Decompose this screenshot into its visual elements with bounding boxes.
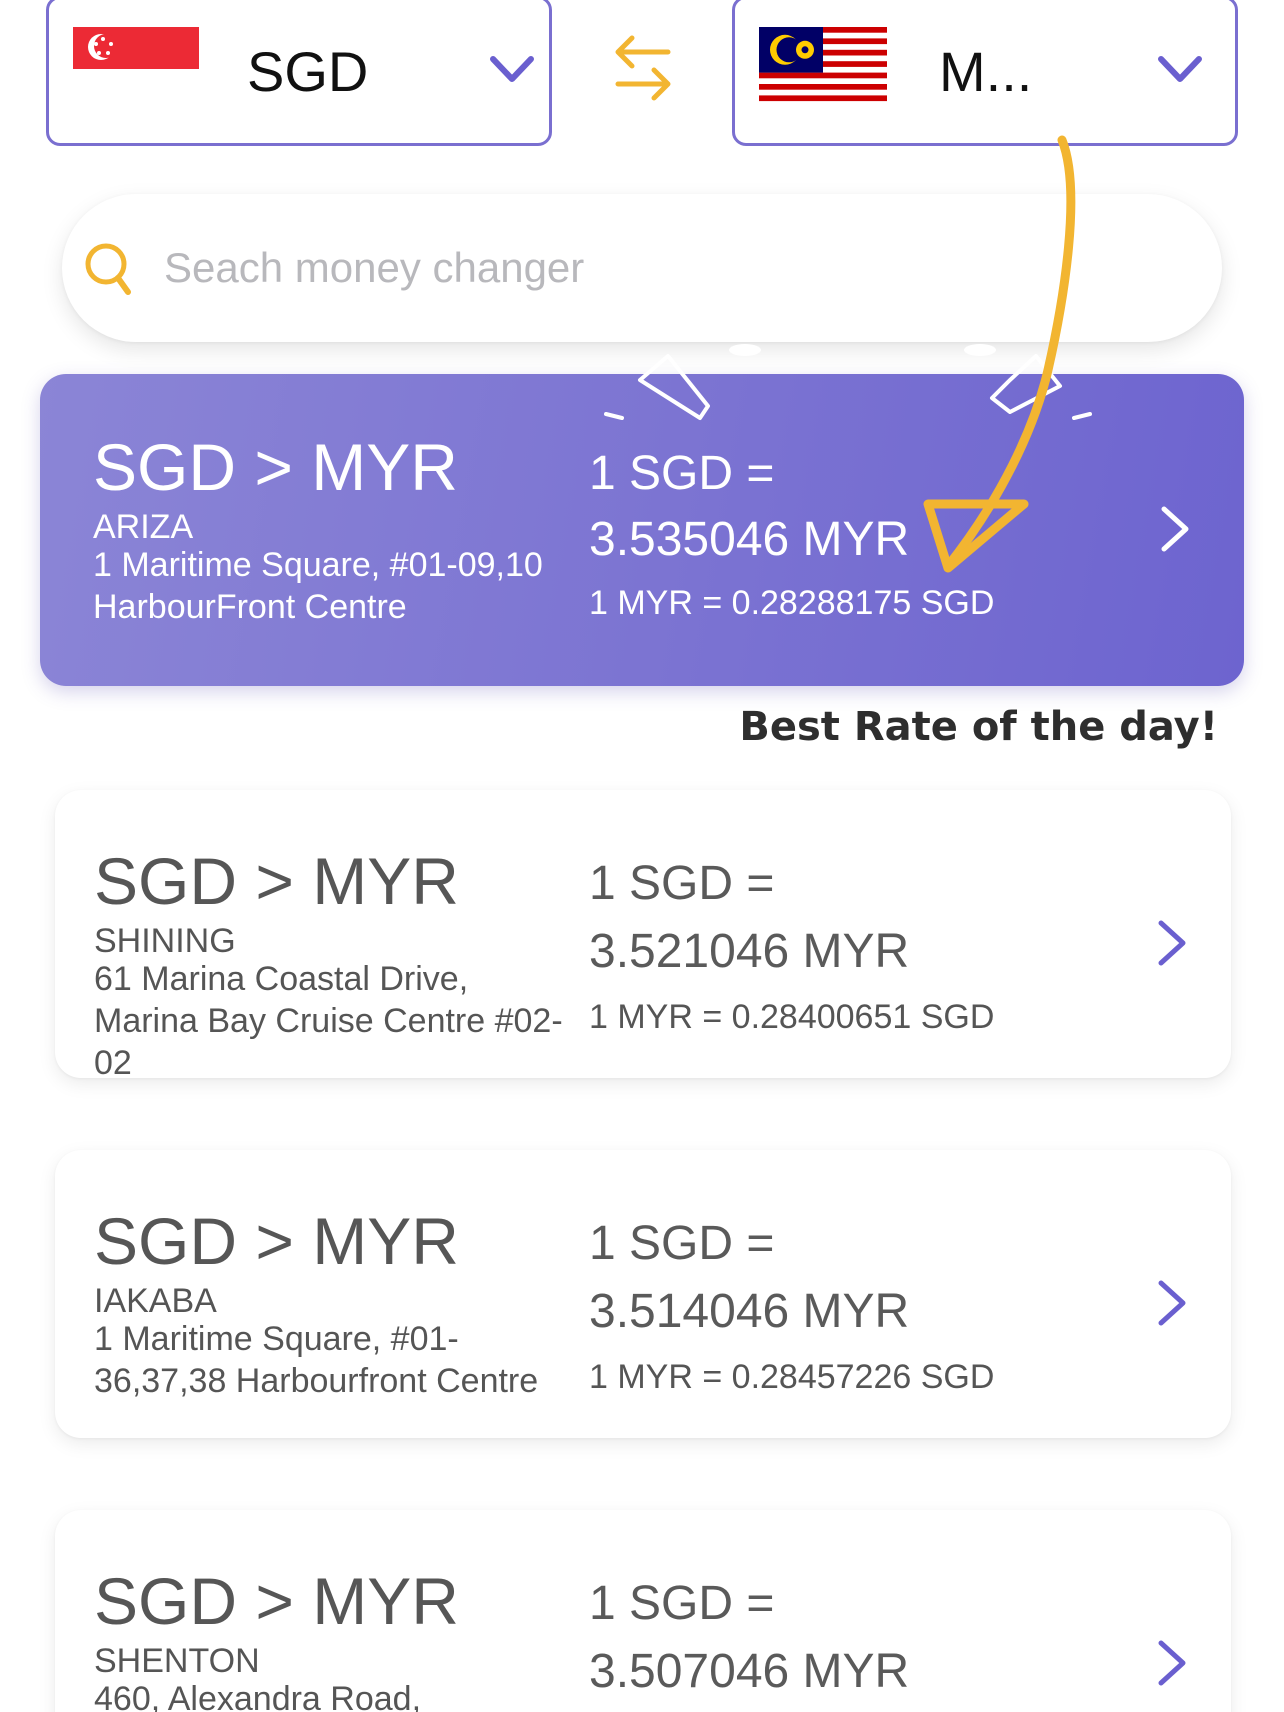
swap-arrows-icon[interactable] — [612, 32, 674, 111]
to-currency-selector[interactable]: M... — [732, 0, 1238, 146]
chevron-right-icon[interactable] — [1155, 1278, 1189, 1333]
currency-pair: SGD > MYR — [94, 1204, 459, 1278]
chevron-right-icon[interactable] — [1155, 1638, 1189, 1693]
currency-pair: SGD > MYR — [94, 844, 459, 918]
search-bar[interactable] — [62, 194, 1222, 342]
changer-address: 1 Maritime Square, #01-09,10 HarbourFron… — [93, 546, 543, 626]
changer-name: SHENTON — [94, 1642, 260, 1680]
changer-name: SHINING — [94, 922, 236, 960]
rate-value: 3.521046 MYR — [589, 925, 910, 978]
money-changer-card[interactable]: SGD > MYR SHENTON 460, Alexandra Road, 1… — [55, 1510, 1231, 1712]
inverse-rate: 1 MYR = 0.28400651 SGD — [589, 998, 995, 1036]
changer-name: ARIZA — [93, 508, 194, 546]
changer-address: 460, Alexandra Road, — [94, 1680, 422, 1712]
currency-pair: SGD > MYR — [93, 430, 458, 504]
inverse-rate: 1 MYR = 0.28457226 SGD — [589, 1358, 995, 1396]
search-input[interactable] — [164, 238, 1144, 298]
rate-label: 1 SGD = — [589, 857, 775, 910]
rate-value: 3.507046 MYR — [589, 1645, 910, 1698]
changer-name: IAKABA — [94, 1282, 217, 1320]
rate-value: 3.514046 MYR — [589, 1285, 910, 1338]
rate-value: 3.535046 MYR — [589, 513, 910, 566]
malaysia-flag-icon — [759, 27, 887, 112]
currency-pair: SGD > MYR — [94, 1564, 459, 1638]
singapore-flag-icon — [73, 27, 199, 74]
from-currency-selector[interactable]: SGD — [46, 0, 552, 146]
changer-address: 61 Marina Coastal Drive, Marina Bay Crui… — [94, 960, 563, 1082]
money-changer-card[interactable]: SGD > MYR SHINING 61 Marina Coastal Driv… — [55, 790, 1231, 1082]
rate-label: 1 SGD = — [589, 447, 775, 500]
best-rate-label: Best Rate of the day! — [739, 704, 1218, 750]
changer-address: 1 Maritime Square, #01-36,37,38 Harbourf… — [94, 1320, 539, 1400]
search-icon — [82, 238, 140, 307]
money-changer-card-best[interactable]: SGD > MYR ARIZA 1 Maritime Square, #01-0… — [40, 374, 1244, 686]
rate-label: 1 SGD = — [589, 1217, 775, 1270]
inverse-rate: 1 MYR = 0.28288175 SGD — [589, 584, 995, 622]
to-currency-code: M... — [939, 40, 1033, 103]
chevron-right-icon[interactable] — [1155, 918, 1189, 973]
from-currency-code: SGD — [247, 40, 369, 103]
chevron-right-icon[interactable] — [1158, 504, 1192, 559]
chevron-down-icon[interactable] — [489, 53, 535, 90]
chevron-down-icon[interactable] — [1157, 53, 1203, 90]
rate-label: 1 SGD = — [589, 1577, 775, 1630]
money-changer-card[interactable]: SGD > MYR IAKABA 1 Maritime Square, #01-… — [55, 1150, 1231, 1438]
